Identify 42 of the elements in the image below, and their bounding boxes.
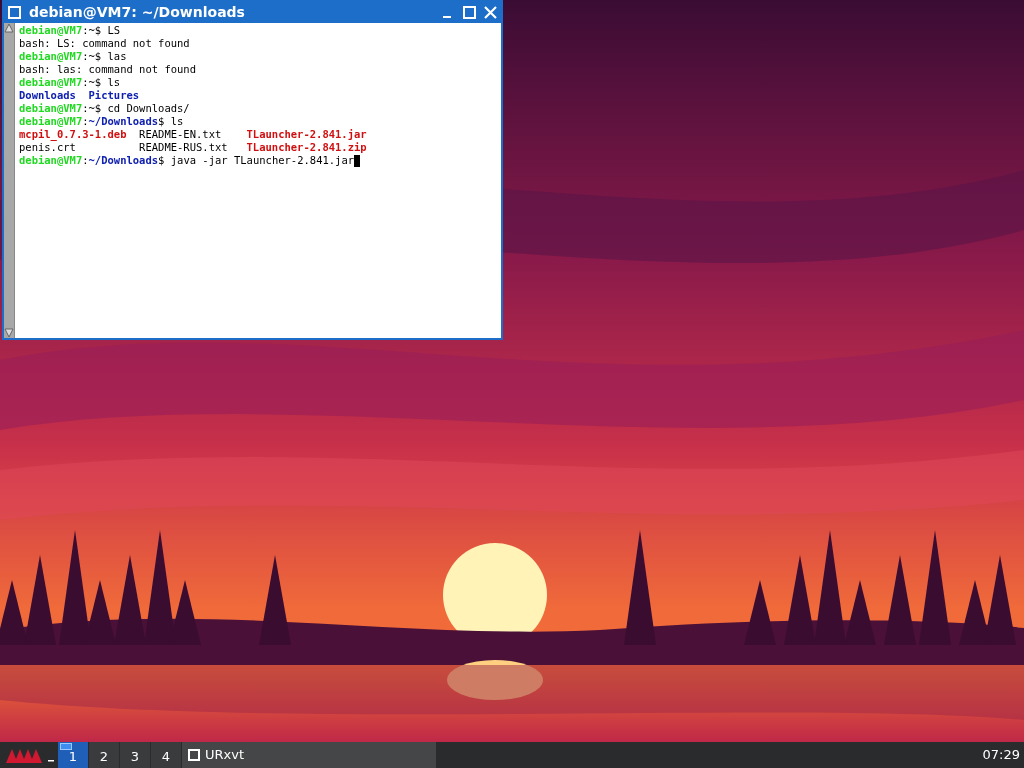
text-cursor [354, 154, 361, 167]
terminal-text: $ java -jar TLauncher-2.841.jar [158, 154, 355, 167]
scrollbar[interactable] [4, 23, 15, 338]
terminal-text: ~/Downloads [88, 154, 159, 167]
terminal-text: ~/Downloads [88, 115, 159, 128]
terminal-text: debian@VM7 [19, 24, 83, 37]
maximize-icon[interactable] [463, 5, 476, 19]
workspace-button[interactable]: 1 [58, 742, 88, 768]
terminal-text: :~$ ls [82, 76, 121, 89]
terminal-text: debian@VM7 [19, 76, 83, 89]
terminal-text: :~$ LS [82, 24, 121, 37]
close-icon[interactable] [484, 5, 497, 19]
terminal-text: debian@VM7 [19, 154, 83, 167]
workspace-button[interactable]: 2 [89, 742, 119, 768]
terminal-text: $ ls [158, 115, 184, 128]
terminal-text: debian@VM7 [19, 102, 83, 115]
terminal-text: mcpil_0.7.3-1.deb [19, 128, 128, 141]
terminal-text: debian@VM7 [19, 50, 83, 63]
task-button[interactable]: URxvt [182, 742, 436, 768]
window-icon [188, 749, 200, 761]
terminal-text: penis.crt [19, 141, 77, 154]
terminal-text: TLauncher-2.841.zip [246, 141, 367, 154]
terminal-text: :~$ cd Downloads/ [82, 102, 190, 115]
window-title: debian@VM7: ~/Downloads [29, 5, 245, 19]
terminal-text: README-RUS.txt [139, 141, 229, 154]
clock: 07:29 [982, 746, 1020, 765]
terminal-text: Downloads [19, 89, 76, 102]
window-menu-icon[interactable] [8, 5, 21, 19]
terminal-text: : [82, 154, 89, 167]
workspace-button[interactable]: 4 [151, 742, 181, 768]
terminal-text: bash: LS: command not found [19, 37, 190, 50]
terminal-text: README-EN.txt [139, 128, 223, 141]
scroll-down-icon[interactable] [4, 328, 14, 338]
terminal-text: Pictures [88, 89, 140, 102]
scroll-up-icon[interactable] [4, 23, 14, 33]
terminal-text: debian@VM7 [19, 115, 83, 128]
window-icon [60, 743, 72, 750]
terminal-text: : [82, 115, 89, 128]
terminal-text: TLauncher-2.841.jar [246, 128, 367, 141]
terminal-text: bash: las: command not found [19, 63, 196, 76]
workspace-button[interactable]: 3 [120, 742, 150, 768]
terminal-text: :~$ las [82, 50, 127, 63]
